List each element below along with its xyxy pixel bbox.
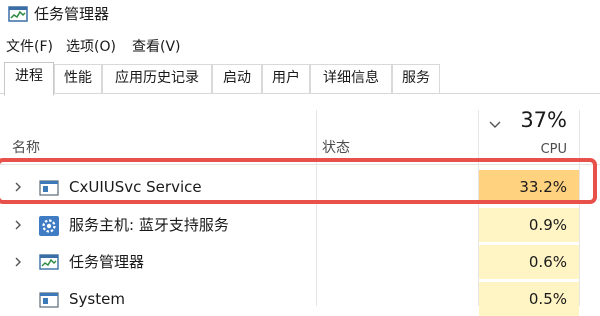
column-header-name[interactable]: 名称: [12, 137, 40, 157]
chevron-right-icon[interactable]: [12, 217, 24, 233]
tab-users[interactable]: 用户: [262, 64, 310, 93]
column-header-status[interactable]: 状态: [322, 137, 350, 157]
table-row[interactable]: 服务主机: 蓝牙支持服务 0.9%: [0, 208, 600, 242]
tab-details[interactable]: 详细信息: [310, 64, 392, 93]
tab-startup[interactable]: 启动: [212, 64, 262, 93]
chevron-right-icon[interactable]: [12, 179, 24, 195]
gear-icon: [38, 216, 60, 236]
process-name: CxUIUSvc Service: [69, 178, 202, 196]
cpu-total-percent[interactable]: 37%: [505, 108, 567, 132]
task-manager-icon: [38, 253, 60, 273]
tab-app-history[interactable]: 应用历史记录: [102, 64, 212, 93]
chevron-down-icon: [488, 115, 502, 128]
process-name: 任务管理器: [69, 253, 145, 271]
process-name: 服务主机: 蓝牙支持服务: [69, 216, 229, 234]
menu-view[interactable]: 查看(V): [132, 34, 181, 60]
title-bar: 任务管理器: [0, 0, 600, 30]
cpu-usage-cell: 0.9%: [479, 208, 579, 242]
table-row[interactable]: CxUIUSvc Service 33.2%: [0, 170, 600, 204]
menu-options[interactable]: 选项(O): [66, 34, 116, 60]
tab-performance[interactable]: 性能: [54, 64, 102, 93]
header-divider: [0, 164, 600, 165]
cpu-usage-cell: 0.6%: [479, 245, 579, 279]
tab-processes[interactable]: 进程: [4, 62, 54, 96]
tab-strip: 进程 性能 应用历史记录 启动 用户 详细信息 服务: [0, 62, 600, 96]
menu-bar: 文件(F) 选项(O) 查看(V): [0, 34, 600, 60]
chevron-right-icon[interactable]: [12, 254, 24, 270]
service-window-icon: [38, 178, 60, 198]
column-header-cpu[interactable]: CPU: [525, 142, 567, 157]
table-row[interactable]: 任务管理器 0.6%: [0, 245, 600, 279]
cpu-usage-cell: 33.2%: [479, 170, 579, 204]
system-window-icon: [38, 290, 60, 310]
tab-services[interactable]: 服务: [392, 64, 440, 93]
table-row[interactable]: System 0.5%: [0, 282, 600, 316]
cpu-usage-cell: 0.5%: [479, 282, 579, 316]
task-manager-icon: [8, 6, 28, 24]
process-name: System: [69, 290, 125, 308]
window-title: 任务管理器: [34, 5, 110, 23]
menu-file[interactable]: 文件(F): [6, 34, 53, 60]
